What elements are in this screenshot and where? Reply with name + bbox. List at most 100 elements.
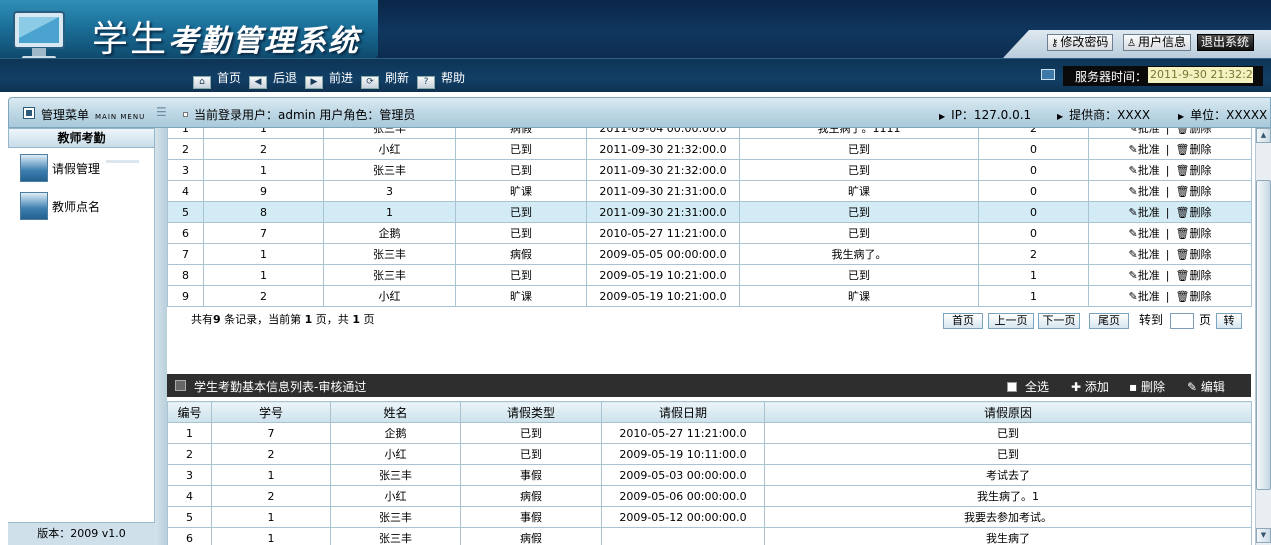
total-count: 9 [213, 313, 221, 326]
delete-selected-button[interactable]: ▪ 删除 [1129, 378, 1165, 395]
scroll-up-icon[interactable]: ▲ [1256, 128, 1271, 143]
delete-link[interactable]: 🗑删除 [1175, 143, 1211, 156]
goto-page-input[interactable] [1170, 313, 1194, 329]
delete-label: 删除 [1189, 185, 1212, 198]
table-row[interactable]: 2 2 小红 已到 2011-09-30 21:32:00.0 已到 0 ✎批准 | 🗑删除 [167, 138, 1252, 160]
nav-refresh[interactable]: ⟳ 刷新 [361, 69, 409, 89]
table-row[interactable]: 2 2 小红 已到 2009-05-19 10:11:00.0 已到 [167, 443, 1252, 465]
approve-link[interactable]: ✎批准 [1129, 227, 1160, 240]
table-row[interactable]: 6 7 企鹅 已到 2010-05-27 11:21:00.0 已到 0 ✎批准 | 🗑删除 [167, 222, 1252, 244]
table-cell: 张三丰 [330, 506, 461, 528]
delete-link[interactable]: 🗑删除 [1175, 290, 1211, 303]
approve-label: 批准 [1137, 227, 1160, 240]
trash-icon: 🗑 [1175, 185, 1190, 198]
back-arrow-icon: ◀ [249, 76, 267, 89]
vertical-scrollbar[interactable]: ▲ ▼ [1255, 128, 1271, 545]
table-row[interactable]: 4 9 3 旷课 2011-09-30 21:31:00.0 旷课 0 ✎批准 | 🗑删除 [167, 180, 1252, 202]
approve-link[interactable]: ✎批准 [1129, 206, 1160, 219]
table-cell: 6 [167, 527, 212, 545]
sidebar-splitter[interactable] [155, 128, 167, 545]
delete-link[interactable]: 🗑删除 [1175, 128, 1211, 135]
table-row[interactable]: 4 2 小红 病假 2009-05-06 00:00:00.0 我生病了。1 [167, 485, 1252, 507]
table-row[interactable]: 8 1 张三丰 已到 2009-05-19 10:21:00.0 已到 1 ✎批准 | 🗑删除 [167, 264, 1252, 286]
approve-link[interactable]: ✎批准 [1129, 269, 1160, 282]
approve-link[interactable]: ✎批准 [1129, 185, 1160, 198]
table-row[interactable]: 9 2 小红 旷课 2009-05-19 10:21:00.0 旷课 1 ✎批准 | 🗑删除 [167, 285, 1252, 307]
delete-link[interactable]: 🗑删除 [1175, 206, 1211, 219]
delete-link[interactable]: 🗑删除 [1175, 164, 1211, 177]
table-cell: 3 [323, 180, 456, 202]
table-cell: 2011-09-30 21:32:00.0 [586, 159, 740, 181]
table-row[interactable]: 3 1 张三丰 事假 2009-05-03 00:00:00.0 考试去了 [167, 464, 1252, 486]
roll-call-icon [20, 192, 48, 220]
table-row[interactable]: 5 1 张三丰 事假 2009-05-12 00:00:00.0 我要去参加考试。 [167, 506, 1252, 528]
approve-link[interactable]: ✎批准 [1129, 143, 1160, 156]
delete-link[interactable]: 🗑删除 [1175, 185, 1211, 198]
monitor-logo-icon [13, 11, 65, 58]
nav-forward[interactable]: ▶ 前进 [305, 69, 353, 89]
provider-text: 提供商：XXXX [1069, 108, 1151, 122]
add-button[interactable]: ✚ 添加 [1071, 378, 1109, 395]
scroll-down-icon[interactable]: ▼ [1256, 528, 1271, 543]
collapse-handle-icon[interactable]: ☰ [156, 105, 167, 119]
separator: | [1165, 269, 1170, 282]
table-cell: 小红 [323, 138, 456, 160]
change-password-label: 修改密码 [1060, 35, 1109, 49]
nav-back[interactable]: ◀ 后退 [249, 69, 297, 89]
approve-label: 批准 [1137, 128, 1160, 135]
plus-icon: ✚ [1071, 380, 1085, 394]
approve-link[interactable]: ✎批准 [1129, 128, 1160, 135]
last-page-button[interactable]: 尾页 [1089, 313, 1129, 329]
next-page-button[interactable]: 下一页 [1038, 313, 1080, 329]
delete-link[interactable]: 🗑删除 [1175, 227, 1211, 240]
delete-link[interactable]: 🗑删除 [1175, 269, 1211, 282]
table-row[interactable]: 5 8 1 已到 2011-09-30 21:31:00.0 已到 0 ✎批准 | 🗑删除 [167, 201, 1252, 223]
user-info-button[interactable]: ♙ 用户信息 [1123, 34, 1191, 51]
row-actions: ✎批准 | 🗑删除 [1088, 138, 1252, 160]
table-cell: 已到 [739, 222, 979, 244]
approve-link[interactable]: ✎批准 [1129, 248, 1160, 261]
ip-info: ▶ IP：127.0.0.1 [939, 106, 1031, 123]
sidebar-section-title[interactable]: 教师考勤 [8, 128, 155, 148]
nav-home[interactable]: ⌂ 首页 [193, 69, 241, 89]
table-cell: 企鹅 [330, 422, 461, 444]
go-button[interactable]: 转 [1216, 313, 1242, 329]
logout-button[interactable]: 退出系统 [1197, 34, 1255, 51]
table-cell: 1 [211, 506, 331, 528]
summary-text: 页，共 [312, 313, 353, 326]
table-row[interactable]: 1 7 企鹅 已到 2010-05-27 11:21:00.0 已到 [167, 422, 1252, 444]
table-cell: 张三丰 [323, 264, 456, 286]
page-count: 1 [352, 313, 360, 326]
table-cell: 旷课 [739, 285, 979, 307]
select-all-button[interactable]: 全选 [1007, 378, 1049, 395]
table-cell: 事假 [460, 506, 602, 528]
separator: | [1165, 206, 1170, 219]
table-cell: 2011-09-04 00:00:00.0 [586, 128, 740, 139]
table-row[interactable]: 6 1 张三丰 病假 我生病了 [167, 527, 1252, 545]
app-title-lead: 学生 [92, 19, 169, 58]
logo-banner: 学生考勤管理系统 [0, 0, 378, 58]
approve-link[interactable]: ✎批准 [1129, 290, 1160, 303]
delete-label: 删除 [1189, 290, 1212, 303]
table-cell: 病假 [460, 527, 602, 545]
sidebar-item-leave-management[interactable]: 请假管理 [20, 154, 150, 184]
nav-help[interactable]: ? 帮助 [417, 69, 465, 89]
delete-link[interactable]: 🗑删除 [1175, 248, 1211, 261]
table-row[interactable]: 7 1 张三丰 病假 2009-05-05 00:00:00.0 我生病了。 2 ✎批准 | 🗑删… [167, 243, 1252, 265]
approve-label: 批准 [1137, 269, 1160, 282]
table-cell: 3 [167, 464, 212, 486]
summary-text: 共有 [191, 313, 213, 326]
prev-page-button[interactable]: 上一页 [988, 313, 1034, 329]
change-password-button[interactable]: ⚷ 修改密码 [1047, 34, 1114, 51]
scroll-thumb[interactable] [1256, 180, 1271, 490]
sidebar-item-roll-call[interactable]: 教师点名 [20, 192, 150, 222]
server-time-label: 服务器时间： [1075, 70, 1148, 84]
edit-button[interactable]: ✎ 编辑 [1187, 378, 1225, 395]
table-cell: 已到 [764, 443, 1252, 465]
table-row[interactable]: 3 1 张三丰 已到 2011-09-30 21:32:00.0 已到 0 ✎批准 | 🗑删除 [167, 159, 1252, 181]
first-page-button[interactable]: 首页 [943, 313, 983, 329]
table-cell: 我生病了 [764, 527, 1252, 545]
current-user-text: 当前登录用户：admin 用户角色：管理员 [194, 108, 416, 122]
approve-link[interactable]: ✎批准 [1129, 164, 1160, 177]
table-row[interactable]: 1 1 张三丰 病假 2011-09-04 00:00:00.0 我生病了。1111 2 ✎批… [167, 128, 1252, 139]
